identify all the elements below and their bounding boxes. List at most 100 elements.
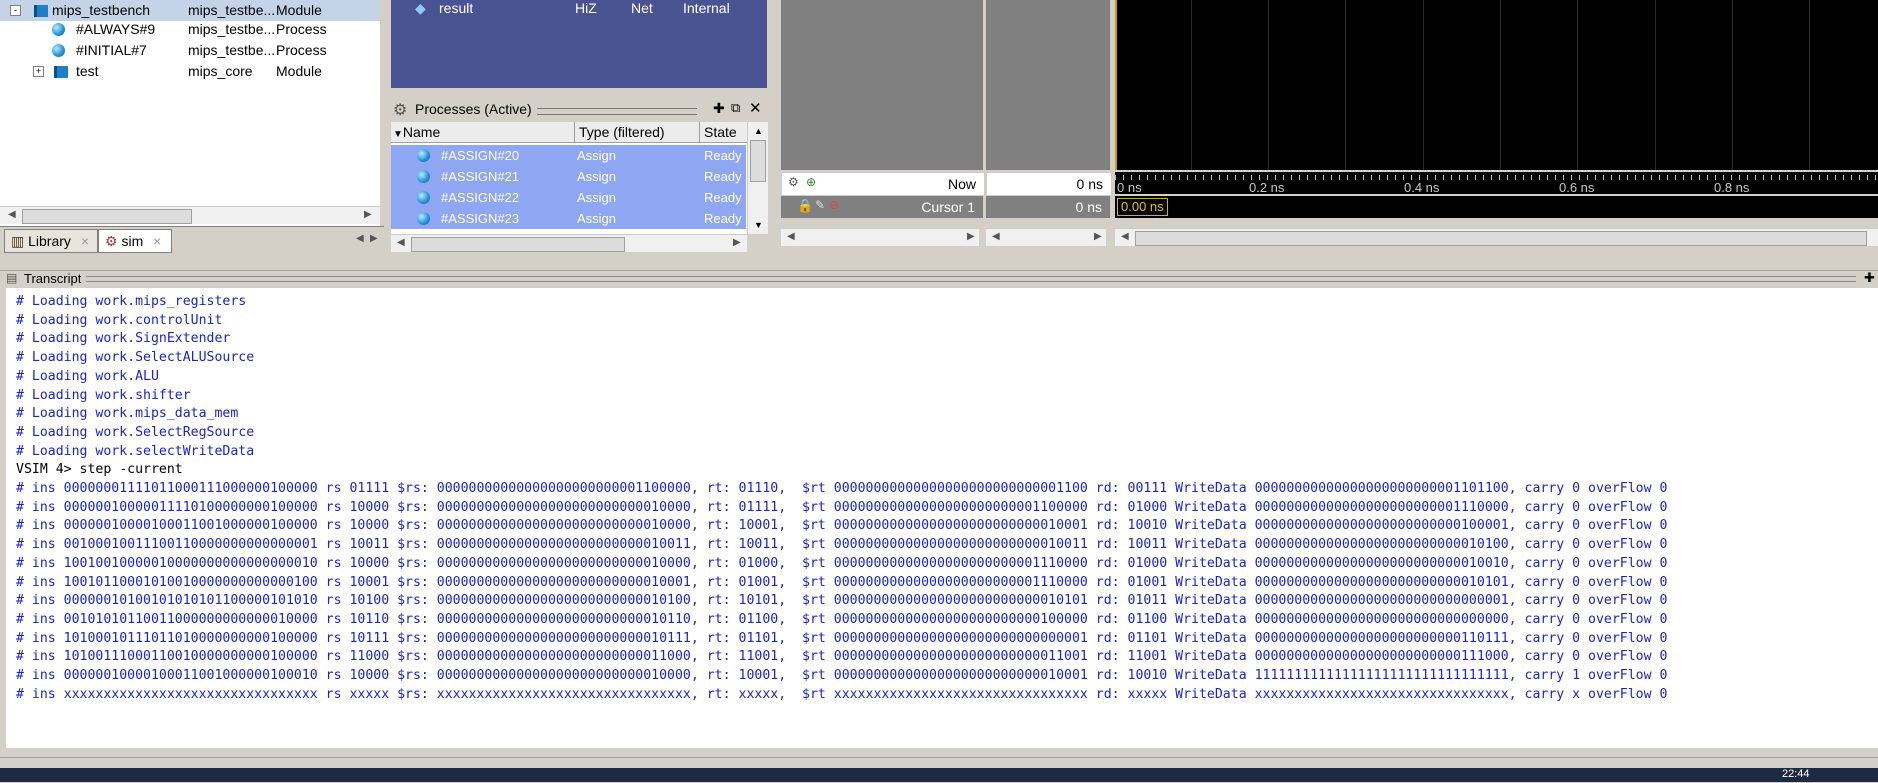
transcript-line: # Loading work.SelectALUSource — [16, 350, 255, 366]
tab-scroll-left-icon[interactable]: ◀ — [356, 233, 364, 244]
scroll-left-icon[interactable]: ◀ — [787, 231, 795, 242]
transcript-line: # Loading work.controlUnit — [16, 312, 223, 328]
scroll-left-icon[interactable]: ◀ — [992, 231, 1000, 242]
scroll-down-icon[interactable]: ▼ — [754, 220, 763, 230]
sim-icon: ⚙ — [105, 233, 118, 249]
transcript-line: # ins 10010110001010010000000000000100 r… — [16, 574, 1668, 590]
gear-icon: ⚙ — [393, 102, 408, 119]
process-icon — [417, 170, 430, 183]
transcript-line: # ins 00000010100101010101100000101010 r… — [16, 593, 1668, 609]
tick-label: 0.4 ns — [1404, 180, 1440, 195]
collapse-icon[interactable]: - — [10, 5, 21, 16]
gridline — [1732, 0, 1733, 170]
now-label: Now — [947, 176, 976, 192]
delete-cursor-icon[interactable]: ⊖ — [829, 198, 839, 212]
process-icon — [417, 212, 430, 225]
net-icon: ◆ — [415, 0, 426, 16]
drag-handle[interactable] — [537, 108, 697, 115]
command-prompt-line[interactable]: VSIM 4> step -current — [16, 461, 183, 480]
tab-label: sim — [121, 233, 144, 249]
processes-horizontal-scrollbar[interactable]: ◀ ▶ — [391, 234, 747, 252]
instance-name: #INITIAL#7 — [76, 42, 147, 58]
processes-vertical-scrollbar[interactable]: ▲ ▼ — [747, 122, 768, 234]
tree-row-test[interactable]: + test mips_core Module — [0, 61, 380, 82]
table-row[interactable]: #ASSIGN#21 Assign Ready — [391, 166, 746, 187]
dock-icon[interactable]: ✚ — [1864, 270, 1875, 286]
time-ruler: 0 ns 0.2 ns 0.4 ns 0.6 ns 0.8 ns — [1115, 172, 1878, 195]
wave-tools-icon[interactable]: ⚙ — [788, 175, 799, 189]
close-icon[interactable]: ✕ — [749, 99, 762, 117]
scroll-left-icon[interactable]: ◀ — [1121, 231, 1129, 242]
tree-row-initial7[interactable]: #INITIAL#7 mips_testbe... Process — [0, 40, 380, 61]
scroll-thumb[interactable] — [750, 140, 766, 182]
wave-display-scrollbar[interactable]: ◀ — [1115, 228, 1878, 246]
scroll-left-icon[interactable]: ◀ — [397, 237, 405, 248]
cursor-line[interactable] — [1115, 0, 1117, 170]
column-header-type[interactable]: Type (filtered) — [575, 122, 700, 143]
library-icon: ▥ — [11, 233, 25, 249]
structure-horizontal-scrollbar[interactable]: ◀ ▶ — [0, 206, 380, 224]
now-value-cell: 0 ns — [986, 172, 1112, 196]
wave-signal-values — [986, 0, 1110, 170]
design-unit-type: Process — [276, 42, 327, 58]
gridline — [1809, 0, 1810, 170]
lock-icon[interactable]: 🔒 — [797, 198, 813, 214]
gridline — [1345, 0, 1346, 170]
scroll-thumb[interactable] — [1135, 231, 1867, 246]
column-header-name[interactable]: ▼Name — [391, 122, 575, 143]
cursor-label: Cursor 1 — [921, 199, 975, 215]
windows-taskbar: 22:44 — [0, 768, 1878, 782]
scroll-right-icon[interactable]: ▶ — [364, 209, 372, 220]
scroll-thumb[interactable] — [22, 209, 192, 224]
transcript-console[interactable]: # Loading work.mips_registers # Loading … — [0, 288, 1878, 748]
design-unit: mips_core — [188, 63, 253, 79]
tick-label: 0.2 ns — [1249, 180, 1285, 195]
object-name: result — [439, 0, 474, 16]
processes-title: Processes (Active) — [415, 101, 532, 117]
tab-library[interactable]: ▥ Library × — [4, 229, 98, 253]
transcript-title: Transcript — [24, 271, 82, 286]
wave-values-scrollbar[interactable]: ◀ ▶ — [986, 228, 1106, 246]
scroll-right-icon[interactable]: ▶ — [733, 237, 741, 248]
transcript-line: # ins 00100010011100110000000000000001 r… — [16, 537, 1668, 553]
table-row[interactable]: #ASSIGN#22 Assign Ready — [391, 187, 746, 208]
close-icon[interactable]: × — [153, 233, 161, 249]
tab-scroll-right-icon[interactable]: ▶ — [370, 233, 378, 244]
now-row: ⚙ ⊕ Now — [781, 172, 985, 196]
undock-icon[interactable]: ⧉ — [731, 100, 740, 116]
scroll-right-icon[interactable]: ▶ — [967, 231, 975, 242]
table-row[interactable]: #ASSIGN#20 Assign Ready — [391, 145, 746, 166]
wave-display[interactable] — [1115, 0, 1878, 170]
sim-structure-panel: - mips_testbench mips_testbe... Module #… — [0, 0, 380, 255]
wave-names-scrollbar[interactable]: ◀ ▶ — [781, 228, 979, 246]
expand-icon[interactable]: + — [33, 66, 44, 77]
tree-row-always9[interactable]: #ALWAYS#9 mips_testbe... Process — [0, 19, 380, 40]
transcript-line: # ins 00000010000011110100000000100000 r… — [16, 499, 1668, 515]
table-row[interactable]: #ASSIGN#23 Assign Ready — [391, 208, 746, 229]
cursor-time-marker[interactable]: 0.00 ns — [1117, 198, 1168, 216]
structure-tab-bar: ▥ Library × ⚙ sim × ◀ ▶ — [0, 226, 384, 255]
dock-icon[interactable]: ✚ — [713, 100, 725, 117]
scroll-thumb[interactable] — [411, 237, 625, 252]
cursor-row[interactable]: 🔒 ✎ ⊖ Cursor 1 — [781, 196, 983, 218]
tick-label: 0.6 ns — [1559, 180, 1595, 195]
cursor-value: 0 ns — [1075, 199, 1102, 215]
tab-sim[interactable]: ⚙ sim × — [98, 229, 172, 253]
objects-panel: ◆ result HiZ Net Internal — [391, 0, 767, 88]
scroll-left-icon[interactable]: ◀ — [8, 209, 16, 220]
transcript-line: # ins 10010010000010000000000000000010 r… — [16, 555, 1668, 571]
close-icon[interactable]: × — [81, 233, 89, 249]
cursor-track[interactable]: 0.00 ns — [1115, 196, 1878, 218]
tree-row-mips-testbench[interactable]: - mips_testbench mips_testbe... Module — [0, 0, 380, 21]
column-header-state[interactable]: State — [700, 122, 751, 143]
wave-signal-names — [781, 0, 983, 170]
edit-cursor-icon[interactable]: ✎ — [815, 198, 825, 212]
scroll-right-icon[interactable]: ▶ — [1094, 231, 1102, 242]
module-icon — [34, 5, 48, 17]
transcript-line: # ins 00000010000100011001000000100000 r… — [16, 518, 1668, 534]
object-row-result[interactable]: ◆ result HiZ Net Internal — [391, 0, 767, 18]
scroll-up-icon[interactable]: ▲ — [754, 126, 763, 136]
design-unit: mips_testbe... — [188, 2, 274, 18]
add-cursor-icon[interactable]: ⊕ — [806, 175, 816, 189]
drag-handle[interactable] — [86, 276, 1856, 282]
